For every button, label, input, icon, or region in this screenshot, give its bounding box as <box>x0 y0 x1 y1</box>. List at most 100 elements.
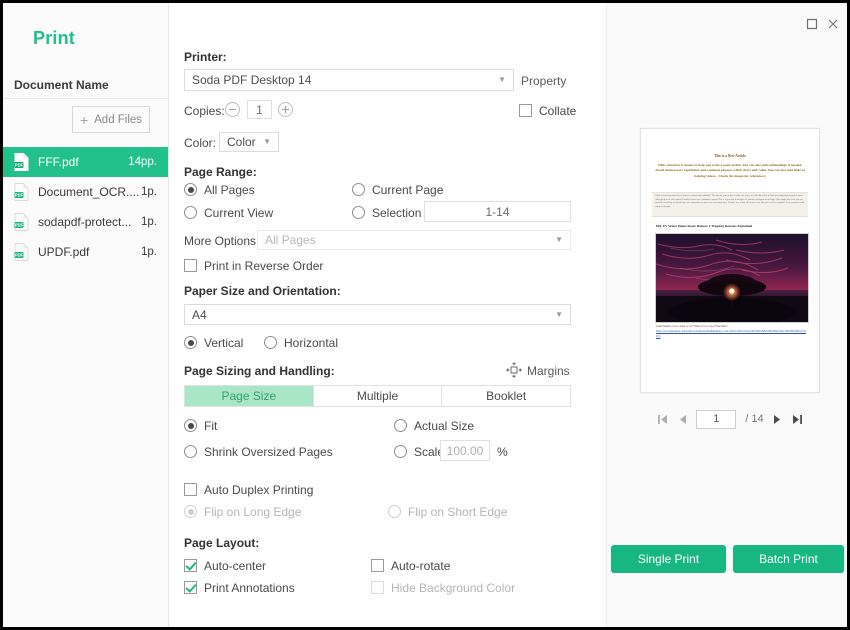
auto-duplex-checkbox[interactable] <box>184 483 197 496</box>
auto-center-checkbox[interactable] <box>184 559 197 572</box>
current-view-radio[interactable] <box>184 206 197 219</box>
auto-center-label: Auto-center <box>204 559 267 573</box>
add-files-button[interactable]: + Add Files <box>72 106 150 133</box>
collate-label: Collate <box>539 104 577 118</box>
shrink-oversized-label: Shrink Oversized Pages <box>204 445 333 459</box>
paper-size-select[interactable]: A4 ▼ <box>184 304 571 325</box>
sidebar-divider <box>3 98 168 99</box>
file-name: Document_OCR.... <box>38 185 140 199</box>
sizing-tab-bar: Page Size Multiple Booklet <box>184 385 571 407</box>
batch-print-button[interactable]: Batch Print <box>733 545 844 573</box>
page-total-label: / 14 <box>745 413 764 425</box>
list-item[interactable]: PDF FFF.pdf 14pp. <box>3 147 168 177</box>
preview-doc-heading: IRL EV Water Home Rotor Button: 4 Trippi… <box>656 224 753 228</box>
flip-short-edge-label: Flip on Short Edge <box>408 505 508 519</box>
maximize-icon[interactable] <box>804 16 820 32</box>
print-annotations-label: Print Annotations <box>204 581 295 595</box>
vertical-label: Vertical <box>204 336 244 350</box>
chevron-down-icon: ▼ <box>498 75 506 84</box>
single-print-button[interactable]: Single Print <box>611 545 726 573</box>
property-button[interactable]: Property <box>521 74 566 88</box>
sidebar: Print Document Name + Add Files PDF FFF.… <box>3 3 169 627</box>
printer-select[interactable]: Soda PDF Desktop 14 ▼ <box>184 69 514 91</box>
pdf-file-icon: PDF <box>14 213 29 231</box>
svg-text:PDF: PDF <box>15 193 24 198</box>
auto-rotate-label: Auto-rotate <box>391 559 451 573</box>
more-options-select[interactable]: All Pages ▼ <box>257 230 571 250</box>
auto-duplex-label: Auto Duplex Printing <box>204 483 314 497</box>
all-pages-radio[interactable] <box>184 183 197 196</box>
file-pagecount: 14pp. <box>128 156 157 168</box>
file-pagecount: 1p. <box>141 246 157 258</box>
actual-size-radio[interactable] <box>394 419 407 432</box>
file-name: UPDF.pdf <box>38 245 90 259</box>
copies-label: Copies: <box>184 104 225 118</box>
hide-background-color-checkbox[interactable] <box>371 581 384 594</box>
percent-label: % <box>497 445 508 459</box>
selection-radio[interactable] <box>352 206 365 219</box>
copies-decrement-button[interactable] <box>225 102 240 117</box>
horizontal-label: Horizontal <box>284 336 339 350</box>
pdf-file-icon: PDF <box>14 243 29 261</box>
more-options-label: More Options: <box>184 234 260 248</box>
scale-radio[interactable] <box>394 445 407 458</box>
chevron-down-icon: ▼ <box>555 309 563 319</box>
printer-value: Soda PDF Desktop 14 <box>192 73 312 87</box>
previous-page-icon[interactable] <box>678 414 687 425</box>
preview-doc-lead: (This structure is meant to help you wri… <box>655 163 805 178</box>
current-page-label: Current Page <box>372 183 444 197</box>
list-item[interactable]: PDF UPDF.pdf 1p. <box>3 237 168 267</box>
tab-multiple[interactable]: Multiple <box>313 386 443 406</box>
print-settings-form: Printer: Soda PDF Desktop 14 ▼ Property … <box>169 3 606 627</box>
file-list: PDF FFF.pdf 14pp. PDF Document_OCR.... 1… <box>3 147 168 267</box>
preview-doc-note: Which is most important when it comes to… <box>652 192 808 217</box>
auto-rotate-checkbox[interactable] <box>371 559 384 572</box>
shrink-oversized-radio[interactable] <box>184 445 197 458</box>
print-reverse-order-label: Print in Reverse Order <box>204 259 324 273</box>
page-number-input[interactable]: 1 <box>696 409 737 429</box>
horizontal-radio[interactable] <box>264 336 277 349</box>
printer-label: Printer: <box>184 50 227 64</box>
file-name: FFF.pdf <box>38 155 79 169</box>
color-label: Color: <box>184 136 217 150</box>
plus-icon: + <box>79 111 89 128</box>
vertical-radio[interactable] <box>184 336 197 349</box>
print-reverse-order-checkbox[interactable] <box>184 259 197 272</box>
pdf-file-icon: PDF <box>14 153 29 171</box>
first-page-icon[interactable] <box>656 414 669 425</box>
tab-booklet[interactable]: Booklet <box>442 386 571 406</box>
page-range-input[interactable]: 1-14 <box>424 201 571 222</box>
scale-input[interactable]: 100.00 <box>440 440 490 461</box>
current-page-radio[interactable] <box>352 183 365 196</box>
print-annotations-checkbox[interactable] <box>184 581 197 594</box>
preview-panel: This is a New Article (This structure is… <box>606 3 847 627</box>
last-page-icon[interactable] <box>791 414 804 425</box>
close-icon[interactable] <box>825 16 841 32</box>
tab-page-size[interactable]: Page Size <box>185 386 314 406</box>
list-item[interactable]: PDF sodapdf-protect... 1p. <box>3 207 168 237</box>
color-select[interactable]: Color ▼ <box>219 132 279 152</box>
margins-icon <box>506 362 522 381</box>
list-item[interactable]: PDF Document_OCR.... 1p. <box>3 177 168 207</box>
flip-long-edge-label: Flip on Long Edge <box>204 505 302 519</box>
margins-button[interactable]: Margins <box>527 364 570 378</box>
page-preview[interactable]: This is a New Article (This structure is… <box>640 128 820 393</box>
svg-text:PDF: PDF <box>15 253 24 258</box>
current-view-label: Current View <box>204 206 274 220</box>
pdf-file-icon: PDF <box>14 183 29 201</box>
fit-radio[interactable] <box>184 419 197 432</box>
actual-size-label: Actual Size <box>414 419 475 433</box>
next-page-icon[interactable] <box>773 414 782 425</box>
hide-background-color-label: Hide Background Color <box>391 581 516 595</box>
paper-size-value: A4 <box>192 307 207 322</box>
preview-doc-url[interactable]: https://www.pikrequest.com/en/photo/besi… <box>656 330 807 339</box>
collate-checkbox[interactable] <box>519 104 532 117</box>
copies-increment-button[interactable] <box>278 102 293 117</box>
add-files-label: Add Files <box>94 113 143 126</box>
document-name-label: Document Name <box>14 78 109 92</box>
svg-text:PDF: PDF <box>15 163 24 168</box>
preview-doc-caption: Grand Sunrise, Color, Artist, or art? Wh… <box>656 325 728 328</box>
copies-input[interactable]: 1 <box>247 100 272 119</box>
flip-long-edge-radio[interactable] <box>184 505 197 518</box>
flip-short-edge-radio[interactable] <box>388 505 401 518</box>
